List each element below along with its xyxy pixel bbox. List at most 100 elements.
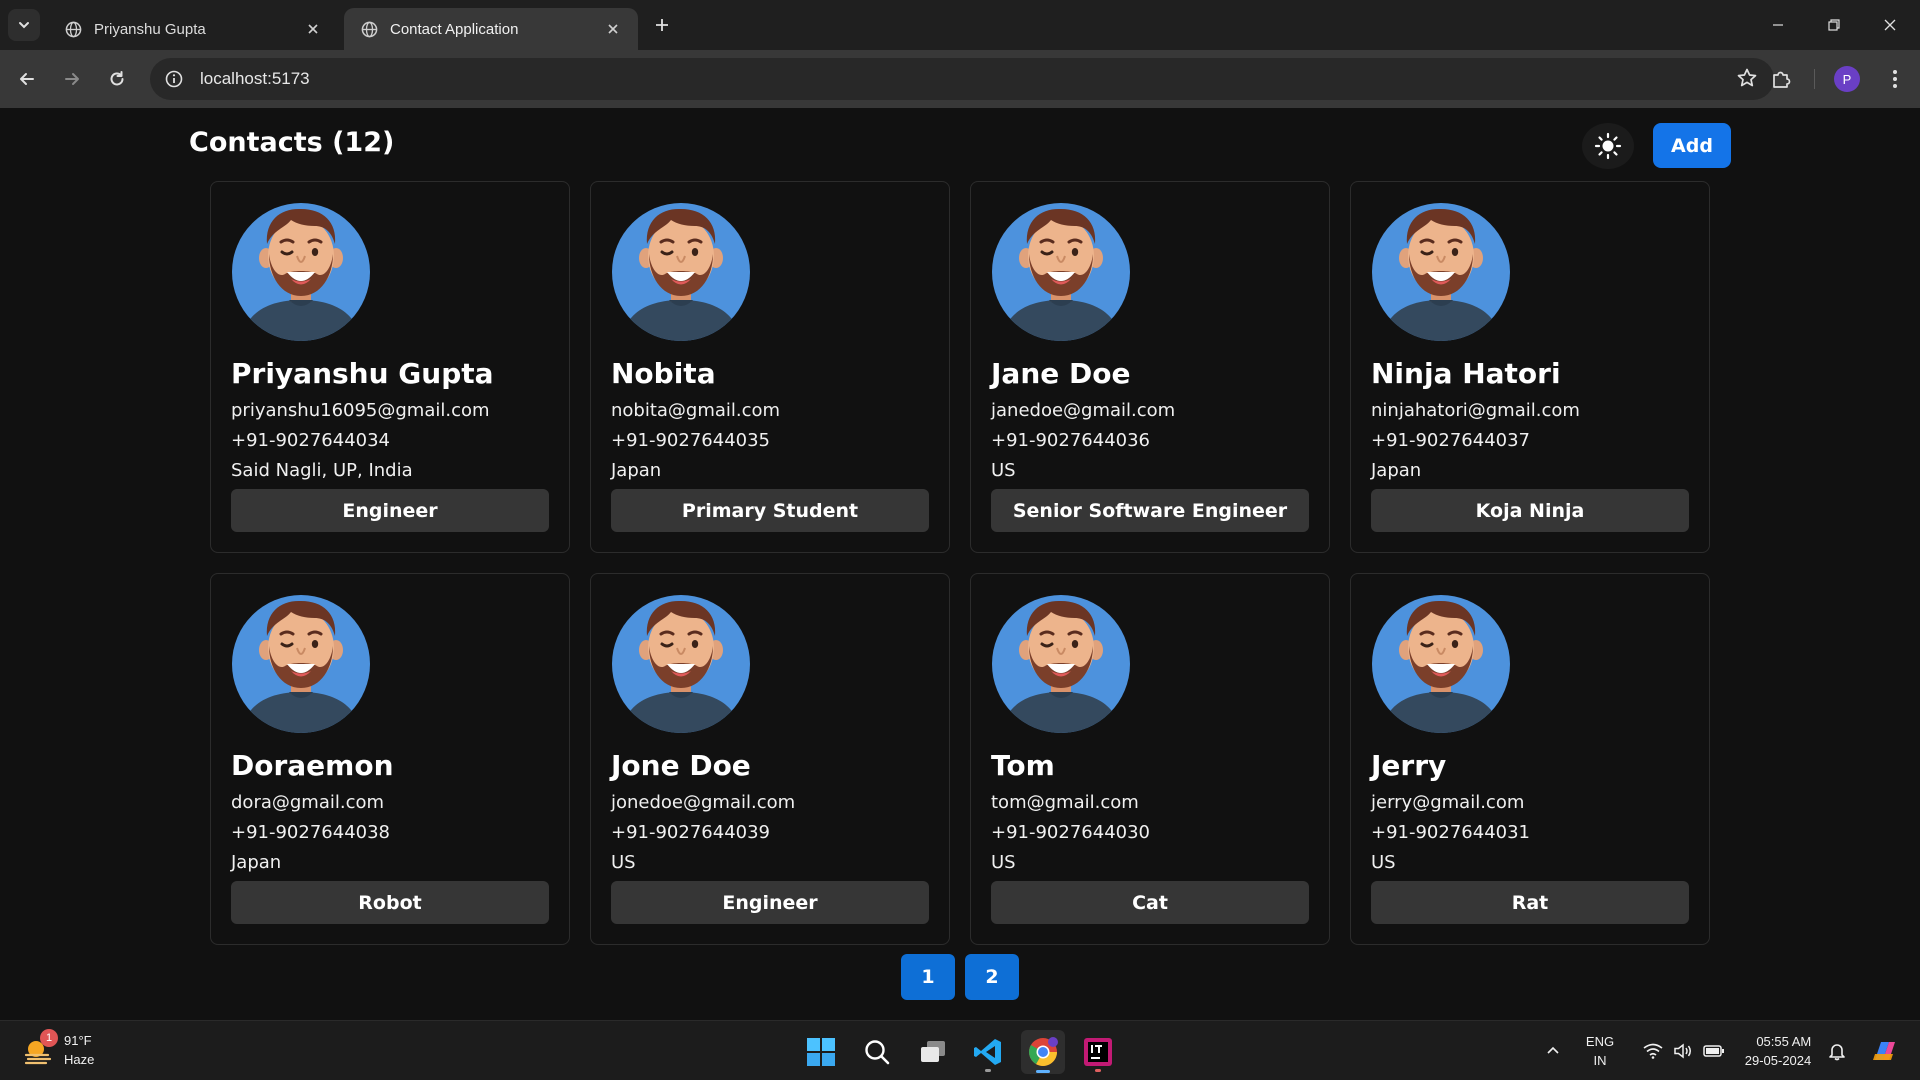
chrome-taskbar-button[interactable] <box>1021 1030 1065 1074</box>
chrome-icon <box>1029 1037 1058 1066</box>
contact-email: jonedoe@gmail.com <box>611 792 796 813</box>
contact-tag-button[interactable]: Senior Software Engineer <box>991 489 1309 532</box>
site-info-icon[interactable] <box>162 67 186 91</box>
minimize-button[interactable] <box>1750 0 1806 50</box>
sun-icon <box>1594 132 1622 160</box>
contact-card: Jone Doe jonedoe@gmail.com +91-902764403… <box>590 573 950 945</box>
browser-menu-button[interactable] <box>1880 64 1910 94</box>
clock[interactable]: 05:55 AM 29-05-2024 <box>1738 1021 1818 1080</box>
page-button-1[interactable]: 1 <box>901 954 955 1000</box>
close-tab-icon[interactable] <box>602 18 624 40</box>
contact-tag-button[interactable]: Rat <box>1371 881 1689 924</box>
windows-logo-icon <box>807 1038 835 1066</box>
reload-icon <box>110 71 124 86</box>
contact-address: US <box>991 852 1016 873</box>
contact-name: Tom <box>991 749 1055 782</box>
contact-email: tom@gmail.com <box>991 792 1139 813</box>
page-button-2[interactable]: 2 <box>965 954 1019 1000</box>
profile-avatar[interactable]: P <box>1834 66 1860 92</box>
close-icon <box>1884 19 1896 31</box>
contact-phone: +91-9027644035 <box>611 430 771 451</box>
avatar <box>231 200 371 342</box>
weather-haze-icon: 1 <box>22 1029 58 1067</box>
contact-card: Ninja Hatori ninjahatori@gmail.com +91-9… <box>1350 181 1710 553</box>
contact-tag-button[interactable]: Koja Ninja <box>1371 489 1689 532</box>
contact-grid: Priyanshu Gupta priyanshu16095@gmail.com… <box>210 181 1710 945</box>
avatar <box>991 200 1131 342</box>
system-tray-status[interactable] <box>1634 1021 1734 1080</box>
notification-bell-icon <box>1829 1044 1845 1061</box>
windows-taskbar: 1 91°F Haze ENG IN 05:55 AM 29-05-2024 <box>0 1020 1920 1080</box>
extensions-button[interactable] <box>1766 64 1796 94</box>
contact-phone: +91-9027644030 <box>991 822 1151 843</box>
chevron-up-icon <box>1547 1046 1559 1054</box>
contact-address: Japan <box>231 852 282 873</box>
contact-address: US <box>991 460 1016 481</box>
contact-name: Ninja Hatori <box>1371 357 1561 390</box>
contact-name: Jone Doe <box>611 749 751 782</box>
weather-widget[interactable]: 1 91°F Haze <box>22 1029 95 1069</box>
tab-title: Priyanshu Gupta <box>94 20 206 38</box>
weather-temperature: 91°F <box>64 1033 92 1048</box>
plus-icon <box>656 19 668 31</box>
weather-alert-badge: 1 <box>40 1029 58 1047</box>
taskbar-search-button[interactable] <box>855 1030 899 1074</box>
restore-icon <box>1828 19 1840 31</box>
notifications-button[interactable] <box>1822 1021 1852 1080</box>
close-window-button[interactable] <box>1862 0 1918 50</box>
bookmark-star-icon[interactable] <box>1736 67 1760 91</box>
input-language-indicator[interactable]: ENG IN <box>1574 1021 1626 1080</box>
avatar <box>611 200 751 342</box>
battery-icon <box>1703 1045 1724 1057</box>
start-button[interactable] <box>799 1030 843 1074</box>
volume-icon <box>1674 1043 1691 1059</box>
close-tab-icon[interactable] <box>302 18 324 40</box>
contact-email: janedoe@gmail.com <box>991 400 1176 421</box>
contact-email: dora@gmail.com <box>231 792 385 813</box>
contact-tag-button[interactable]: Engineer <box>231 489 549 532</box>
contact-tag-button[interactable]: Primary Student <box>611 489 929 532</box>
more-vertical-icon <box>1893 70 1897 88</box>
tab-search-button[interactable] <box>8 9 40 41</box>
back-button[interactable] <box>11 63 43 95</box>
task-view-icon <box>921 1041 945 1062</box>
contact-card: Nobita nobita@gmail.com +91-9027644035 J… <box>590 181 950 553</box>
address-bar[interactable]: localhost:5173 <box>150 58 1774 100</box>
avatar <box>231 592 371 734</box>
contact-address: Said Nagli, UP, India <box>231 460 413 481</box>
new-tab-button[interactable] <box>648 11 676 39</box>
theme-toggle-button[interactable] <box>1582 123 1634 169</box>
vscode-icon <box>974 1039 1001 1065</box>
intellij-icon <box>1084 1038 1112 1066</box>
show-hidden-icons-button[interactable] <box>1538 1021 1568 1080</box>
vscode-taskbar-button[interactable] <box>966 1030 1010 1074</box>
task-view-button[interactable] <box>911 1030 955 1074</box>
contact-card: Jerry jerry@gmail.com +91-9027644031 US … <box>1350 573 1710 945</box>
restore-button[interactable] <box>1806 0 1862 50</box>
contact-email: priyanshu16095@gmail.com <box>231 400 490 421</box>
contact-tag-button[interactable]: Cat <box>991 881 1309 924</box>
add-contact-button[interactable]: Add <box>1653 123 1731 168</box>
contact-phone: +91-9027644038 <box>231 822 391 843</box>
arrow-left-icon <box>20 73 34 85</box>
avatar <box>991 592 1131 734</box>
browser-tab-contact-application[interactable]: Contact Application <box>344 8 638 50</box>
forward-button[interactable] <box>56 63 88 95</box>
contact-phone: +91-9027644037 <box>1371 430 1531 451</box>
contact-tag-button[interactable]: Engineer <box>611 881 929 924</box>
copilot-button[interactable] <box>1864 1021 1904 1080</box>
intellij-taskbar-button[interactable] <box>1076 1030 1120 1074</box>
clock-time: 05:55 AM <box>1756 1034 1812 1049</box>
running-indicator <box>985 1069 991 1072</box>
browser-tab-bar: Priyanshu Gupta Contact Application <box>0 0 1920 50</box>
browser-tab-priyanshu[interactable]: Priyanshu Gupta <box>48 8 338 50</box>
contact-name: Priyanshu Gupta <box>231 357 494 390</box>
contact-card: Doraemon dora@gmail.com +91-9027644038 J… <box>210 573 570 945</box>
contact-address: US <box>1371 852 1396 873</box>
weather-description: Haze <box>64 1052 95 1067</box>
running-indicator <box>1095 1069 1101 1072</box>
contact-tag-button[interactable]: Robot <box>231 881 549 924</box>
copilot-icon <box>1873 1042 1895 1060</box>
contact-address: Japan <box>611 460 662 481</box>
reload-button[interactable] <box>101 63 133 95</box>
